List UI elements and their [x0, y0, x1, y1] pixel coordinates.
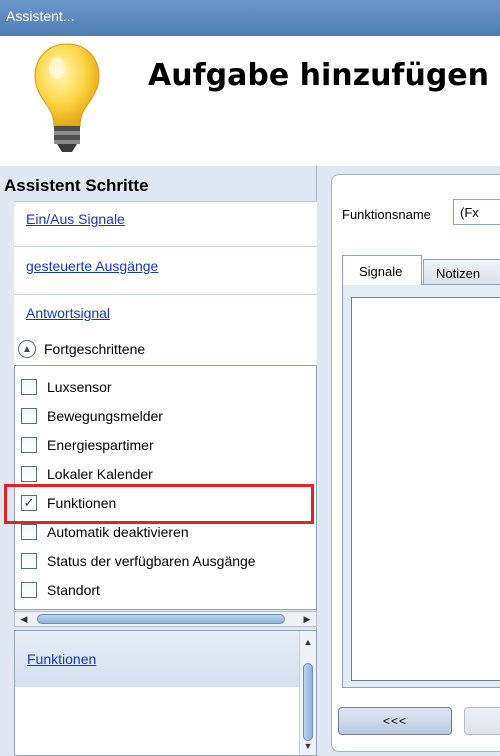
option-funktionen[interactable]: ✓ Funktionen [21, 492, 116, 514]
divider [14, 294, 317, 295]
option-label: Energiespartimer [47, 437, 154, 453]
scroll-down-icon[interactable]: ▼ [300, 739, 316, 753]
tab-signale[interactable]: Signale [342, 255, 422, 285]
scroll-left-icon[interactable]: ◀ [17, 612, 31, 626]
option-label: Status der verfügbaren Ausgänge [47, 553, 256, 569]
tab-content [342, 284, 500, 688]
scroll-up-icon[interactable]: ▲ [300, 635, 316, 649]
option-status-ausgaenge[interactable]: Status der verfügbaren Ausgänge [21, 550, 256, 572]
steps-title: Assistent Schritte [4, 176, 149, 195]
next-button[interactable] [464, 707, 500, 735]
title-bar[interactable]: Assistent... [0, 0, 500, 36]
list-item[interactable]: Funktionen [15, 631, 299, 687]
tab-notizen[interactable]: Notizen [423, 259, 500, 285]
advanced-options-list: Luxsensor Bewegungsmelder Energiespartim… [14, 365, 317, 610]
option-label: Lokaler Kalender [47, 466, 153, 482]
step-link-antwortsignal[interactable]: Antwortsignal [26, 305, 110, 321]
scroll-right-icon[interactable]: ▶ [300, 612, 314, 626]
checkbox-checked[interactable]: ✓ [21, 495, 37, 511]
scroll-thumb[interactable] [303, 663, 313, 741]
option-label: Standort [47, 582, 100, 598]
option-luxsensor[interactable]: Luxsensor [21, 376, 112, 398]
function-name-label: Funktionsname [342, 207, 431, 222]
advanced-toggle[interactable]: ▲ Fortgeschrittene [18, 334, 145, 364]
header: Aufgabe hinzufügen [0, 36, 500, 166]
option-label: Funktionen [47, 495, 117, 511]
wizard-steps-panel: Assistent Schritte Ein/Aus Signale geste… [0, 166, 317, 756]
function-card: Funktionsname (Fx Signale Notizen [331, 174, 500, 752]
option-label: Automatik deaktivieren [47, 524, 189, 540]
checkbox[interactable] [21, 437, 37, 453]
back-button[interactable]: <<< [338, 707, 452, 735]
step-link-funktionen[interactable]: Funktionen [27, 651, 96, 667]
option-label: Bewegungsmelder [47, 408, 163, 424]
divider [14, 246, 317, 247]
option-lokaler-kalender[interactable]: Lokaler Kalender [21, 463, 153, 485]
checkbox[interactable] [21, 553, 37, 569]
checkbox[interactable] [21, 408, 37, 424]
lightbulb-icon [34, 43, 100, 152]
chevron-up-icon[interactable]: ▲ [18, 340, 36, 358]
steps-bottom-list: Funktionen ▲ ▼ [14, 630, 317, 756]
vertical-scrollbar[interactable]: ▲ ▼ [299, 631, 316, 755]
checkbox[interactable] [21, 582, 37, 598]
step-link-gesteuerte-ausgaenge[interactable]: gesteuerte Ausgänge [26, 258, 158, 274]
window-title: Assistent... [6, 8, 75, 24]
checkbox[interactable] [21, 524, 37, 540]
signals-list-area[interactable] [351, 297, 500, 681]
page-title: Aufgabe hinzufügen [148, 58, 490, 93]
function-panel: Funktionsname (Fx Signale Notizen [317, 166, 500, 756]
scroll-thumb[interactable] [37, 614, 285, 624]
option-energiespartimer[interactable]: Energiespartimer [21, 434, 154, 456]
checkbox[interactable] [21, 379, 37, 395]
option-bewegungsmelder[interactable]: Bewegungsmelder [21, 405, 163, 427]
checkbox[interactable] [21, 466, 37, 482]
function-name-input[interactable]: (Fx [453, 199, 500, 225]
option-label: Luxsensor [47, 379, 112, 395]
step-link-ein-aus-signale[interactable]: Ein/Aus Signale [26, 211, 125, 227]
option-standort[interactable]: Standort [21, 579, 100, 601]
advanced-label: Fortgeschrittene [44, 341, 146, 357]
option-automatik-deaktivieren[interactable]: Automatik deaktivieren [21, 521, 189, 543]
horizontal-scrollbar[interactable]: ◀ ▶ [14, 611, 317, 627]
